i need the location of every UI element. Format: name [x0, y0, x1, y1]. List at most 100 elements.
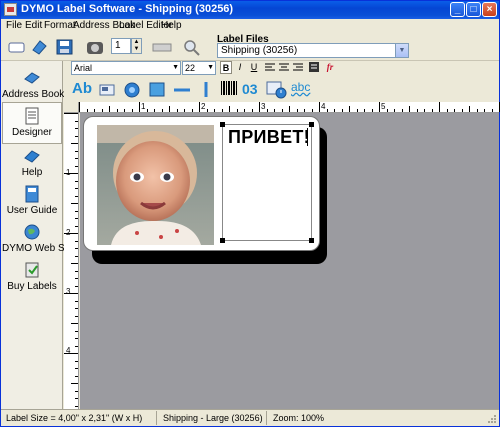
resize-handle[interactable] — [220, 238, 225, 243]
nav-designer[interactable]: Designer — [2, 102, 62, 144]
ruler-tick — [266, 109, 268, 112]
underline-button[interactable]: U — [248, 61, 260, 74]
globe-icon — [23, 223, 41, 241]
ruler-tick — [71, 263, 78, 264]
ruler-tick — [349, 106, 350, 112]
menu-file[interactable]: File — [6, 20, 22, 31]
address-tool-button[interactable] — [98, 79, 118, 99]
align-right-button[interactable] — [292, 61, 304, 74]
print-preview-button[interactable] — [152, 38, 172, 56]
menu-help[interactable]: Help — [161, 20, 182, 31]
nav-address-book[interactable]: Address Book — [2, 65, 64, 107]
ruler-tick — [236, 109, 238, 112]
address-card-icon — [99, 84, 115, 96]
ruler-corner — [64, 102, 79, 113]
ruler-tick — [75, 368, 78, 369]
nav-user-guide[interactable]: User Guide — [2, 181, 62, 223]
nav-label: DYMO Web Site — [2, 243, 76, 254]
title-bar[interactable]: DYMO Label Software - Shipping (30256) _… — [1, 1, 499, 19]
align-left-button[interactable] — [264, 61, 276, 74]
ruler-tick — [491, 109, 493, 112]
text-tool-button[interactable]: Ab — [72, 79, 94, 99]
design-canvas[interactable]: ПРИВЕТ! — [80, 113, 499, 409]
baby-photo-image — [97, 125, 214, 245]
ruler-tick — [116, 109, 118, 112]
ruler-tick — [424, 109, 425, 112]
barcode-icon — [221, 81, 237, 95]
ruler-tick — [75, 360, 78, 362]
ruler-tick — [79, 102, 80, 112]
menu-format[interactable]: Format — [44, 20, 76, 31]
label-preview[interactable]: ПРИВЕТ! — [83, 116, 320, 251]
maximize-button[interactable]: □ — [466, 2, 481, 17]
ruler-tick — [75, 270, 78, 272]
ruler-tick — [64, 113, 78, 114]
zoom-button[interactable] — [182, 38, 202, 56]
ruler-tick — [75, 150, 78, 152]
resize-handle[interactable] — [220, 122, 225, 127]
buy-labels-icon — [23, 261, 41, 279]
image-tool-button[interactable] — [122, 79, 142, 99]
bold-button[interactable]: B — [220, 61, 232, 74]
label-text[interactable]: ПРИВЕТ! — [228, 127, 310, 148]
vertical-line-tool-button[interactable] — [196, 79, 216, 99]
ruler-tick — [401, 109, 403, 112]
magnifier-icon — [184, 40, 200, 56]
minimize-button[interactable]: _ — [450, 2, 465, 17]
vertical-text-button[interactable] — [308, 61, 320, 74]
italic-button[interactable]: I — [234, 61, 246, 74]
ruler-number: 3 — [66, 287, 71, 296]
font-size-dropdown[interactable]: 22 ▼ — [182, 61, 216, 75]
ruler-number: 4 — [321, 102, 326, 111]
text-object[interactable]: ПРИВЕТ! — [220, 122, 314, 243]
ruler-tick — [75, 345, 78, 347]
label-files-dropdown[interactable]: Shipping (30256) ▼ — [217, 43, 409, 58]
designer-icon — [23, 107, 41, 125]
fit-text-button[interactable]: fr — [324, 61, 336, 74]
tape-icon — [152, 43, 172, 52]
maximize-glyph: □ — [470, 4, 477, 15]
menu-edit[interactable]: Edit — [25, 20, 42, 31]
ruler-tick — [244, 109, 245, 112]
ruler-tick — [75, 255, 78, 257]
copies-spinner[interactable]: ▲ ▼ — [131, 38, 142, 54]
copies-input[interactable]: 1 — [111, 38, 131, 54]
shape-tool-button[interactable] — [147, 79, 167, 99]
nav-buy-labels[interactable]: Buy Labels — [2, 257, 62, 299]
align-center-button[interactable] — [278, 61, 290, 74]
resize-grip-icon[interactable] — [487, 414, 497, 424]
chevron-down-icon[interactable]: ▼ — [395, 44, 408, 57]
ruler-tick — [356, 109, 358, 112]
ruler-tick — [394, 109, 395, 112]
photo-object[interactable] — [97, 125, 214, 245]
ruler-tick — [71, 383, 78, 384]
ruler-tick — [191, 109, 193, 112]
status-label-type: Shipping - Large (30256) — [163, 413, 263, 423]
line-tool-button[interactable] — [172, 79, 192, 99]
ruler-tick — [75, 195, 78, 197]
new-label-button[interactable] — [7, 38, 27, 56]
resize-handle[interactable] — [309, 238, 314, 243]
barcode-tool-button[interactable] — [220, 79, 238, 99]
ruler-tick — [64, 233, 78, 234]
address-text-tool-button[interactable]: abc — [291, 79, 313, 99]
ruler-tick — [75, 225, 78, 227]
ruler-tick — [101, 109, 103, 112]
ruler-tick — [75, 240, 78, 242]
align-right-icon — [293, 63, 303, 71]
ruler-number: 3 — [261, 102, 266, 111]
open-button[interactable] — [30, 38, 50, 56]
close-button[interactable]: × — [482, 2, 497, 17]
nav-help[interactable]: Help — [2, 143, 62, 185]
ruler-tick — [176, 109, 178, 112]
minimize-glyph: _ — [454, 4, 461, 15]
counter-tool-button[interactable]: 03 — [242, 79, 262, 99]
font-dropdown[interactable]: Arial ▼ — [71, 61, 181, 75]
save-button[interactable] — [55, 38, 75, 56]
print-button[interactable] — [85, 38, 105, 56]
date-time-tool-button[interactable] — [266, 79, 288, 99]
ruler-tick — [386, 109, 388, 112]
ruler-tick — [416, 109, 418, 112]
nav-dymo-web-site[interactable]: DYMO Web Site — [2, 219, 76, 261]
status-bar: Label Size = 4,00" x 2,31" (W x H) Shipp… — [1, 409, 499, 426]
